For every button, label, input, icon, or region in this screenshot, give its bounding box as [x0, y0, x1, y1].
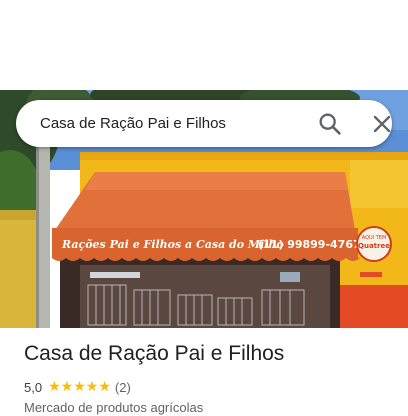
top-blank-area [0, 0, 408, 90]
rating-value: 5,0 [24, 379, 43, 395]
search-icon[interactable] [316, 110, 344, 138]
star-icon: ★ [85, 379, 99, 395]
star-rating: ★ ★ ★ ★ ★ [48, 380, 111, 394]
sign-text-main: Quatree [358, 242, 390, 250]
awning-text: Rações Pai e Filhos a Casa do Milho [61, 238, 284, 251]
sign-text-top: AQUI TEM [362, 235, 387, 241]
close-icon[interactable] [368, 110, 396, 138]
place-info: Casa de Ração Pai e Filhos 5,0 ★ ★ ★ ★ ★… [24, 340, 394, 415]
search-input[interactable] [40, 100, 300, 147]
star-icon: ★ [60, 379, 74, 395]
place-category[interactable]: Mercado de produtos agrícolas [24, 400, 394, 415]
rating-row[interactable]: 5,0 ★ ★ ★ ★ ★ (2) [24, 378, 394, 396]
awning-phone: (11) 99899-4767 [258, 238, 361, 251]
star-icon: ★ [73, 379, 86, 395]
star-icon: ★ [98, 379, 111, 395]
review-count[interactable]: (2) [115, 380, 131, 395]
search-bar [16, 100, 392, 147]
place-title[interactable]: Casa de Ração Pai e Filhos [24, 340, 394, 368]
star-icon: ★ [48, 379, 61, 395]
